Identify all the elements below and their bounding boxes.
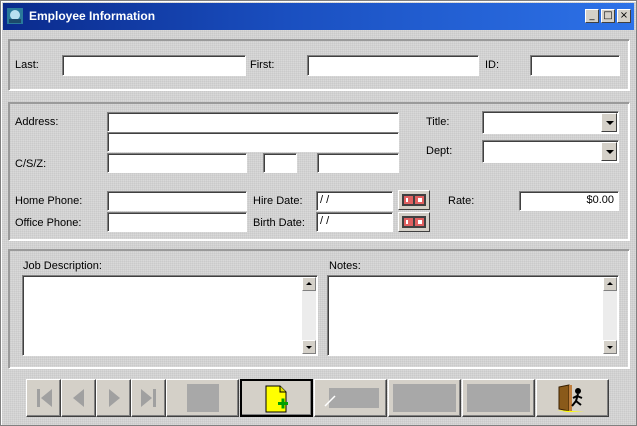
calendar-icon — [402, 216, 426, 228]
employee-window: Employee Information _ □ × Last: First: … — [0, 0, 637, 426]
save-button[interactable] — [388, 379, 461, 417]
last-record-icon — [141, 389, 152, 407]
scroll-down-icon[interactable] — [302, 340, 316, 354]
state-field[interactable] — [263, 153, 297, 173]
previous-record-icon — [73, 389, 84, 407]
last-record-icon-bar — [153, 389, 156, 407]
edit-icon — [324, 388, 379, 408]
first-name-field[interactable] — [307, 55, 479, 76]
office-phone-label: Office Phone: — [15, 217, 82, 229]
job-description-label: Job Description: — [23, 260, 102, 272]
new-document-icon — [265, 385, 288, 413]
scroll-up-icon[interactable] — [603, 277, 617, 291]
app-icon — [7, 8, 23, 24]
next-record-icon — [109, 389, 120, 407]
last-name-label: Last: — [15, 59, 39, 71]
scroll-up-icon[interactable] — [302, 277, 316, 291]
id-label: ID: — [485, 59, 500, 71]
address-line1-field[interactable] — [107, 112, 399, 132]
notes-label: Notes: — [329, 260, 361, 272]
first-record-icon-arrow — [41, 389, 52, 407]
address-line2-field[interactable] — [107, 132, 399, 152]
title-bar[interactable]: Employee Information _ □ × — [3, 3, 634, 30]
chevron-down-icon[interactable] — [601, 142, 617, 161]
hire-date-field[interactable]: / / — [316, 191, 393, 211]
rate-field[interactable]: $0.00 — [519, 191, 619, 211]
birth-date-label: Birth Date: — [253, 217, 305, 229]
calendar-icon — [402, 194, 426, 206]
first-name-label: First: — [250, 59, 275, 71]
birth-date-field[interactable]: / / — [316, 212, 393, 232]
notes-textarea[interactable] — [327, 275, 619, 356]
first-record-button[interactable] — [26, 379, 61, 417]
edit-button[interactable] — [314, 379, 387, 417]
office-phone-field[interactable] — [107, 212, 247, 232]
minimize-button[interactable]: _ — [585, 9, 599, 23]
zip-field[interactable] — [317, 153, 399, 173]
csz-label: C/S/Z: — [15, 158, 47, 170]
dept-label: Dept: — [426, 145, 453, 157]
address-label: Address: — [15, 116, 59, 128]
dept-combobox[interactable] — [482, 140, 619, 163]
delete-icon — [187, 384, 219, 412]
rate-label: Rate: — [448, 195, 475, 207]
last-name-field[interactable] — [62, 55, 246, 76]
id-field[interactable] — [530, 55, 620, 76]
cancel-button[interactable] — [462, 379, 535, 417]
job-description-textarea[interactable] — [22, 275, 318, 356]
exit-door-icon — [557, 384, 585, 412]
home-phone-field[interactable] — [107, 191, 247, 211]
delete-button[interactable] — [166, 379, 239, 417]
title-combobox[interactable] — [482, 111, 619, 134]
notes-scrollbar[interactable] — [603, 277, 617, 354]
window-title: Employee Information — [29, 9, 156, 23]
hire-date-calendar-button[interactable] — [398, 190, 430, 210]
scroll-down-icon[interactable] — [603, 340, 617, 354]
home-phone-label: Home Phone: — [15, 195, 83, 207]
maximize-button[interactable]: □ — [601, 9, 615, 23]
new-record-button[interactable] — [240, 379, 313, 417]
next-record-button[interactable] — [96, 379, 131, 417]
hire-date-label: Hire Date: — [253, 195, 303, 207]
city-field[interactable] — [107, 153, 247, 173]
chevron-down-icon[interactable] — [601, 113, 617, 132]
close-button[interactable]: × — [617, 9, 631, 23]
exit-button[interactable] — [536, 379, 609, 417]
previous-record-button[interactable] — [61, 379, 96, 417]
first-record-icon — [37, 389, 40, 407]
title-label: Title: — [426, 116, 450, 128]
last-record-button[interactable] — [131, 379, 166, 417]
birth-date-calendar-button[interactable] — [398, 212, 430, 232]
save-icon — [393, 384, 456, 412]
cancel-icon — [467, 384, 530, 412]
job-description-scrollbar[interactable] — [302, 277, 316, 354]
